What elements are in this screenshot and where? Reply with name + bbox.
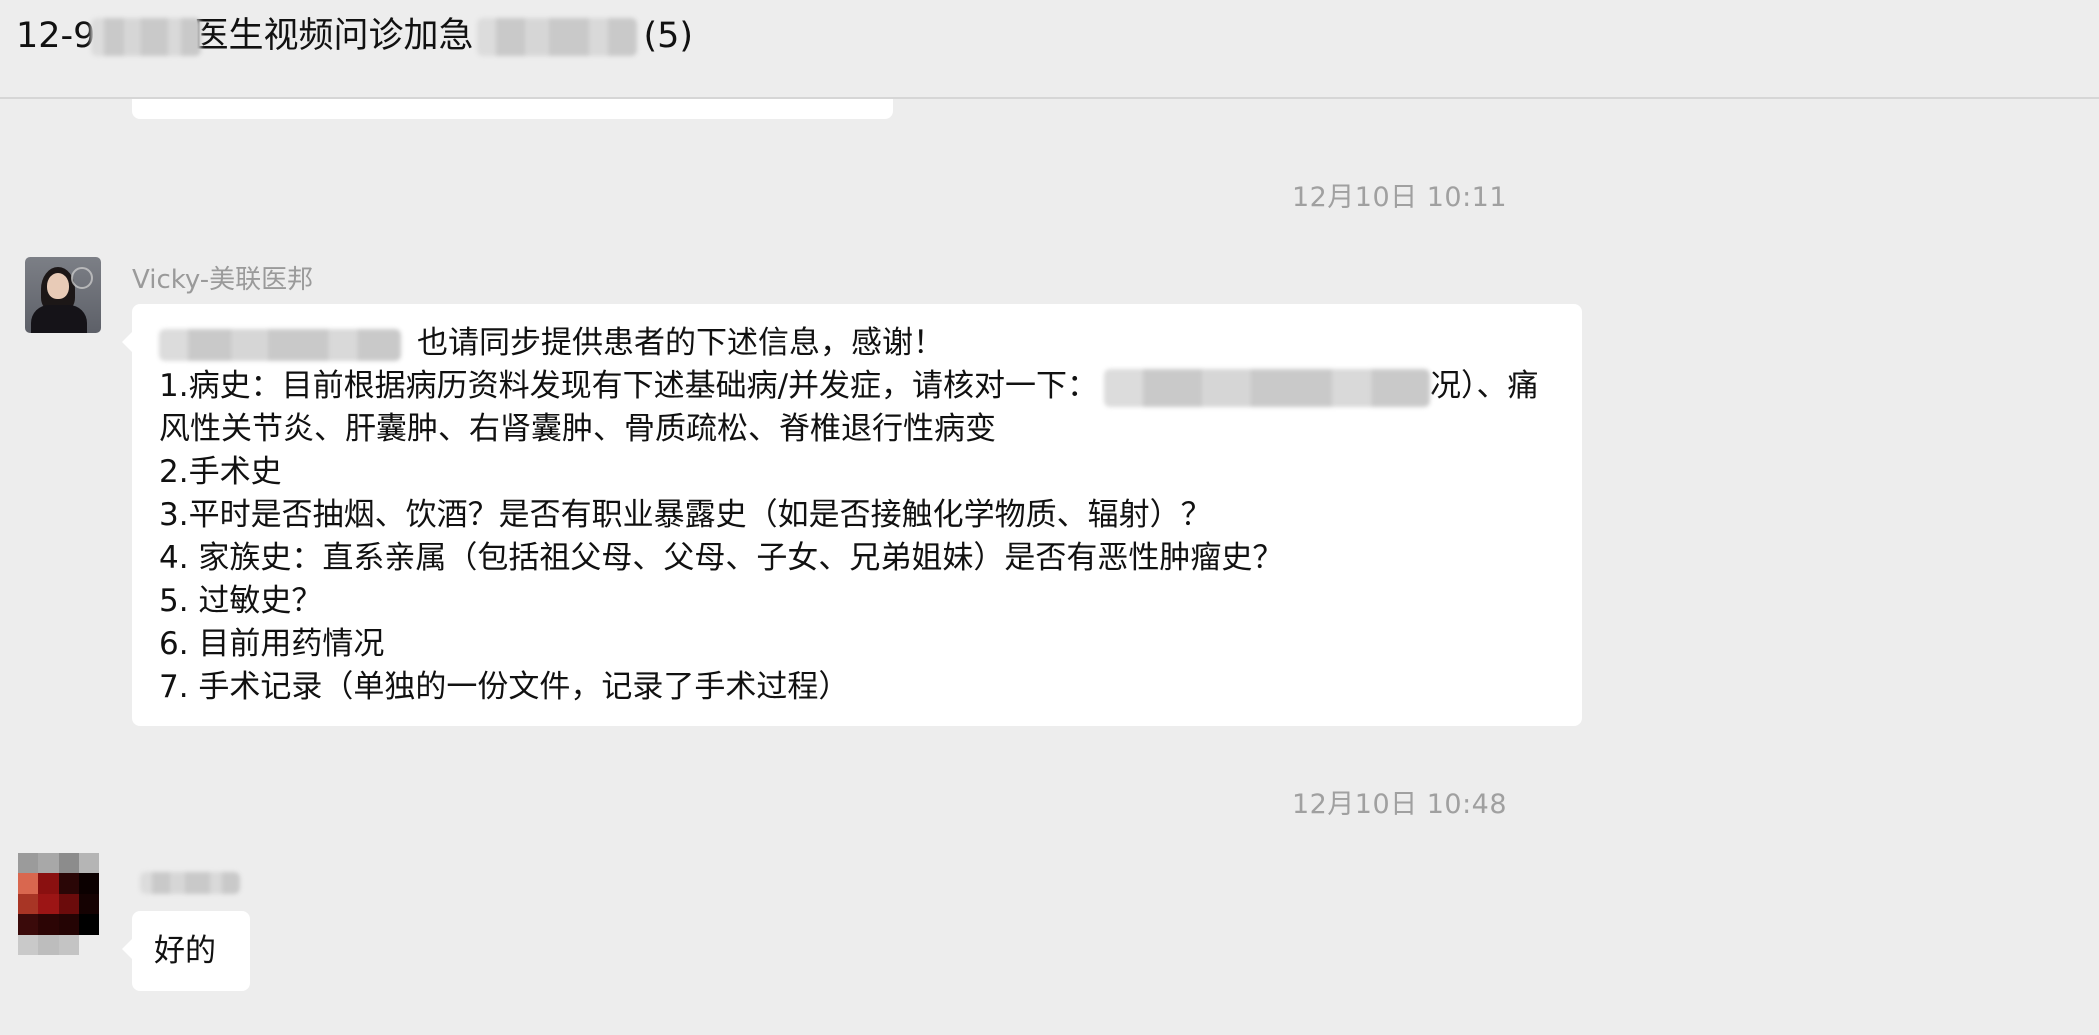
- redacted-text: [159, 328, 401, 361]
- redacted-title-segment: [477, 18, 638, 56]
- redacted-title-segment: [91, 18, 202, 56]
- message-line: 4. 家族史：直系亲属（包括祖父母、父母、子女、兄弟姐妹）是否有恶性肿瘤史？: [159, 540, 1284, 576]
- message-line: 2.手术史: [159, 454, 282, 490]
- previous-message-bubble[interactable]: [132, 99, 893, 119]
- redacted-sender-name: [140, 872, 240, 894]
- message-bubble[interactable]: 好的: [122, 911, 250, 991]
- chat-header: 12-9 医生视频问诊加急 (5): [0, 0, 2099, 99]
- avatar[interactable]: [25, 257, 101, 333]
- redacted-text: [1104, 368, 1431, 407]
- chat-member-count: (5): [643, 16, 694, 56]
- avatar-face: [47, 273, 69, 299]
- chat-title-middle: 医生视频问诊加急: [193, 16, 474, 56]
- sender-name: Vicky-美联医邦: [132, 265, 314, 295]
- message-line: 风性关节炎、肝囊肿、右肾囊肿、骨质疏松、脊椎退行性病变: [159, 411, 996, 447]
- message-line: 1.病史：目前根据病历资料发现有下述基础病/并发症，请核对一下： 况）、痛: [159, 365, 1556, 408]
- avatar[interactable]: [18, 853, 99, 955]
- chat-title-prefix: 12-9: [16, 16, 96, 56]
- message-line: 5. 过敏史？: [159, 583, 323, 619]
- message-line: 6. 目前用药情况: [159, 626, 385, 662]
- message-timestamp: 12月10日 10:11: [0, 175, 2099, 214]
- message-line: 3.平时是否抽烟、饮酒？是否有职业暴露史（如是否接触化学物质、辐射）？: [159, 497, 1212, 533]
- message-timestamp: 12月10日 10:48: [0, 782, 2099, 821]
- logo-icon: [71, 267, 93, 289]
- timestamp-text: 12月10日 10:48: [1291, 789, 1508, 820]
- message-line: 也请同步提供患者的下述信息，感谢！: [159, 322, 1556, 365]
- message-bubble[interactable]: 也请同步提供患者的下述信息，感谢！ 1.病史：目前根据病历资料发现有下述基础病/…: [122, 304, 1582, 726]
- timestamp-text: 12月10日 10:11: [1291, 182, 1508, 213]
- chat-message-list[interactable]: 12月10日 10:11 Vicky-美联医邦 也请同步提供患者的下述信息，感谢…: [0, 99, 2099, 1035]
- avatar-body: [31, 305, 87, 333]
- chat-title: 12-9 医生视频问诊加急 (5): [16, 12, 693, 60]
- message-line: 7. 手术记录（单独的一份文件，记录了手术过程）: [159, 669, 850, 705]
